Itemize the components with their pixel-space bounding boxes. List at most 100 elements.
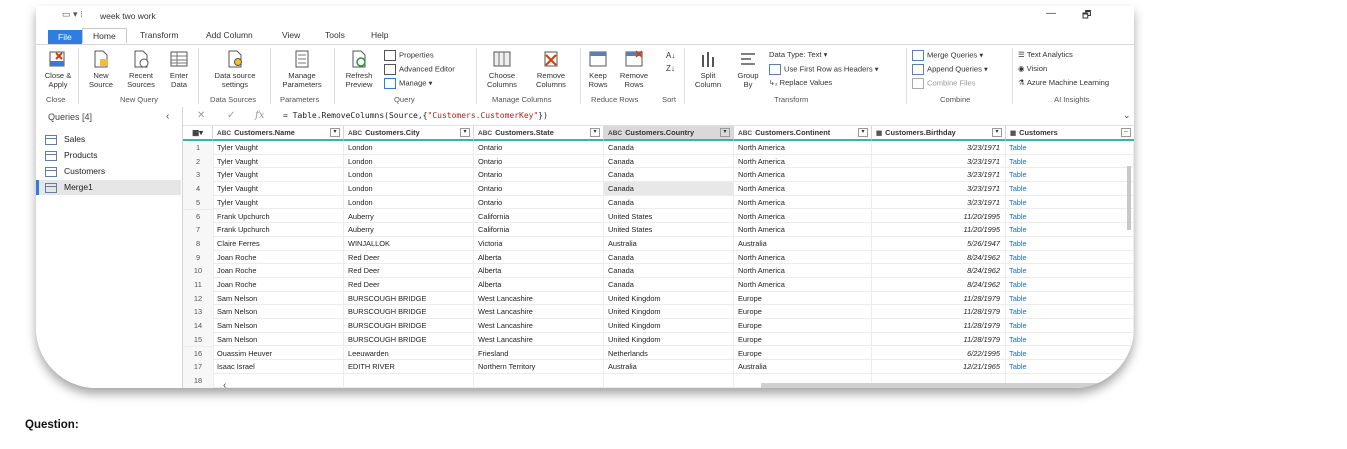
fx-icon[interactable]: fx	[255, 110, 264, 121]
text-analytics-button[interactable]: ☰ Text Analytics	[1018, 50, 1073, 59]
table-row[interactable]: 5 Tyler Vaught London Ontario Canada North Am…	[183, 195, 1134, 211]
customers-table-link[interactable]: Table	[1006, 332, 1134, 347]
customers-table-link[interactable]: Table	[1006, 305, 1134, 320]
keep-rows-button[interactable]: Keep Rows	[584, 49, 612, 89]
tab-home[interactable]: Home	[82, 28, 127, 43]
customers-table-link[interactable]: Table	[1006, 223, 1134, 237]
advanced-editor-button[interactable]: Advanced Editor	[384, 64, 455, 75]
column-header-birthday[interactable]: ▦ Customers.Birthday ▾	[872, 126, 1006, 141]
customers-table-link[interactable]: Table	[1006, 141, 1134, 155]
table-row[interactable]: 17 Isaac Israel EDITH RIVER Northern Territ…	[183, 360, 1134, 375]
chevron-down-icon[interactable]: ▾	[858, 128, 868, 137]
query-item-customers[interactable]: Customers	[36, 164, 178, 179]
column-header-state[interactable]: ABC Customers.State ▾	[474, 126, 604, 141]
choose-columns-button[interactable]: Choose Columns	[480, 49, 524, 89]
customers-table-link[interactable]: Table	[1006, 264, 1134, 278]
remove-rows-button[interactable]: Remove Rows	[616, 49, 652, 89]
column-header-continent[interactable]: ABC Customers.Continent ▾	[734, 126, 872, 141]
cancel-icon[interactable]: ✕	[197, 110, 205, 121]
remove-columns-button[interactable]: Remove Columns	[528, 49, 574, 89]
table-row[interactable]: 14 Sam Nelson BURSCOUGH BRIDGE West Lancash…	[183, 319, 1134, 334]
query-item-merge1[interactable]: Merge1	[36, 180, 181, 195]
customers-table-link[interactable]: Table	[1006, 168, 1134, 183]
horizontal-scrollbar[interactable]	[761, 383, 1131, 388]
column-header-city[interactable]: ABC Customers.City ▾	[344, 126, 474, 141]
close-apply-button[interactable]: Close & Apply	[40, 49, 76, 89]
customers-table-link[interactable]: Table	[1006, 291, 1134, 306]
minimize-button[interactable]: —	[1046, 8, 1056, 19]
expand-column-icon[interactable]: ⇔	[1121, 128, 1131, 137]
table-row[interactable]: 10 Joan Roche Red Deer Alberta Canada North A…	[183, 264, 1134, 279]
tab-add-column[interactable]: Add Column	[206, 28, 253, 42]
table-row[interactable]: 1 Tyler Vaught London Ontario Canada North Am…	[183, 141, 1134, 156]
query-item-sales[interactable]: Sales	[36, 132, 178, 147]
append-queries-button[interactable]: Append Queries ▾	[912, 64, 988, 75]
collapse-pane-icon[interactable]: ‹	[166, 111, 169, 122]
chevron-down-icon[interactable]: ▾	[590, 128, 600, 137]
first-row-headers-button[interactable]: Use First Row as Headers ▾	[769, 64, 879, 75]
table-row[interactable]: 9 Joan Roche Red Deer Alberta Canada North Am…	[183, 250, 1134, 266]
customers-table-link[interactable]: Table	[1006, 236, 1134, 251]
table-options-icon[interactable]: ▦▾	[183, 126, 213, 141]
chevron-down-icon[interactable]: ▾	[720, 128, 730, 137]
split-column-button[interactable]: Split Column	[688, 49, 728, 89]
quick-access-icons[interactable]: ▭ ▾ ⁝	[62, 9, 83, 20]
customers-table-link[interactable]: Table	[1006, 250, 1134, 265]
table-row[interactable]: 8 Claire Ferres WINJALLOK Victoria Australia…	[183, 236, 1134, 252]
confirm-icon[interactable]: ✓	[227, 110, 235, 121]
table-row[interactable]: 2 Tyler Vaught London Ontario Canada North Am…	[183, 154, 1134, 170]
table-row[interactable]: 3 Tyler Vaught London Ontario Canada North Am…	[183, 168, 1134, 184]
table-row[interactable]: 7 Frank Upchurch Auberry California United S…	[183, 223, 1134, 238]
customers-table-link[interactable]: Table	[1006, 195, 1134, 210]
row-number: 15	[183, 332, 214, 348]
customers-table-link[interactable]: Table	[1006, 346, 1134, 361]
customers-table-link[interactable]: Table	[1006, 154, 1134, 169]
customers-table-link[interactable]: Table	[1006, 360, 1134, 374]
column-header-customers[interactable]: ▦ Customers ⇔	[1006, 126, 1134, 141]
expand-formula-icon[interactable]: ⌄	[1123, 110, 1131, 121]
tab-tools[interactable]: Tools	[325, 28, 345, 42]
azure-ml-button[interactable]: ⚗ Azure Machine Learning	[1018, 78, 1109, 87]
vertical-scrollbar[interactable]	[1127, 166, 1131, 230]
tab-file[interactable]: File	[48, 30, 82, 44]
table-row[interactable]: 12 Sam Nelson BURSCOUGH BRIDGE West Lancash…	[183, 291, 1134, 307]
customers-table-link[interactable]: Table	[1006, 319, 1134, 333]
combine-files-button[interactable]: Combine Files	[912, 78, 976, 89]
table-row[interactable]: 6 Frank Upchurch Auberry California United S…	[183, 209, 1134, 225]
scroll-left-icon[interactable]: ‹	[223, 380, 226, 388]
chevron-down-icon[interactable]: ▾	[330, 128, 340, 137]
refresh-preview-button[interactable]: Refresh Preview	[338, 49, 380, 89]
customers-table-link[interactable]: Table	[1006, 182, 1134, 196]
tab-view[interactable]: View	[282, 28, 300, 42]
new-source-button[interactable]: New Source	[84, 49, 118, 89]
table-row[interactable]: 11 Joan Roche Red Deer Alberta Canada North A…	[183, 278, 1134, 293]
group-by-button[interactable]: Group By	[732, 49, 764, 89]
customers-table-link[interactable]: Table	[1006, 209, 1134, 224]
recent-sources-button[interactable]: Recent Sources	[122, 49, 160, 89]
vision-button[interactable]: ◉ Vision	[1018, 64, 1047, 73]
properties-button[interactable]: Properties	[384, 50, 434, 61]
customers-table-link[interactable]: Table	[1006, 278, 1134, 292]
query-item-products[interactable]: Products	[36, 148, 178, 163]
data-type-dropdown[interactable]: Data Type: Text ▾	[769, 50, 827, 59]
column-header-name[interactable]: ABC Customers.Name ▾	[213, 126, 344, 141]
manage-parameters-button[interactable]: Manage Parameters	[274, 49, 330, 89]
data-source-settings-button[interactable]: Data source settings	[206, 49, 264, 89]
formula-input[interactable]: = Table.RemoveColumns(Source,{"Customers…	[283, 111, 548, 120]
table-row[interactable]: 16 Ouassim Heuver Leeuwarden Friesland Nethe…	[183, 346, 1134, 362]
table-row[interactable]: 4 Tyler Vaught London Ontario Canada North Am…	[183, 182, 1134, 197]
replace-values-button[interactable]: ↳₂ Replace Values	[769, 78, 832, 87]
sort-ascending-icon[interactable]: A↓	[666, 51, 675, 60]
enter-data-button[interactable]: Enter Data	[164, 49, 194, 89]
column-header-country[interactable]: ABC Customers.Country ▾	[604, 126, 734, 141]
table-row[interactable]: 13 Sam Nelson BURSCOUGH BRIDGE West Lancash…	[183, 305, 1134, 321]
sort-descending-icon[interactable]: Z↓	[666, 64, 675, 73]
table-row[interactable]: 15 Sam Nelson BURSCOUGH BRIDGE West Lancash…	[183, 332, 1134, 348]
chevron-down-icon[interactable]: ▾	[992, 128, 1002, 137]
merge-queries-button[interactable]: Merge Queries ▾	[912, 50, 983, 61]
chevron-down-icon[interactable]: ▾	[460, 128, 470, 137]
restore-button[interactable]: 🗗	[1082, 8, 1091, 25]
manage-button[interactable]: Manage ▾	[384, 78, 432, 89]
tab-transform[interactable]: Transform	[140, 28, 178, 42]
tab-help[interactable]: Help	[371, 28, 388, 42]
